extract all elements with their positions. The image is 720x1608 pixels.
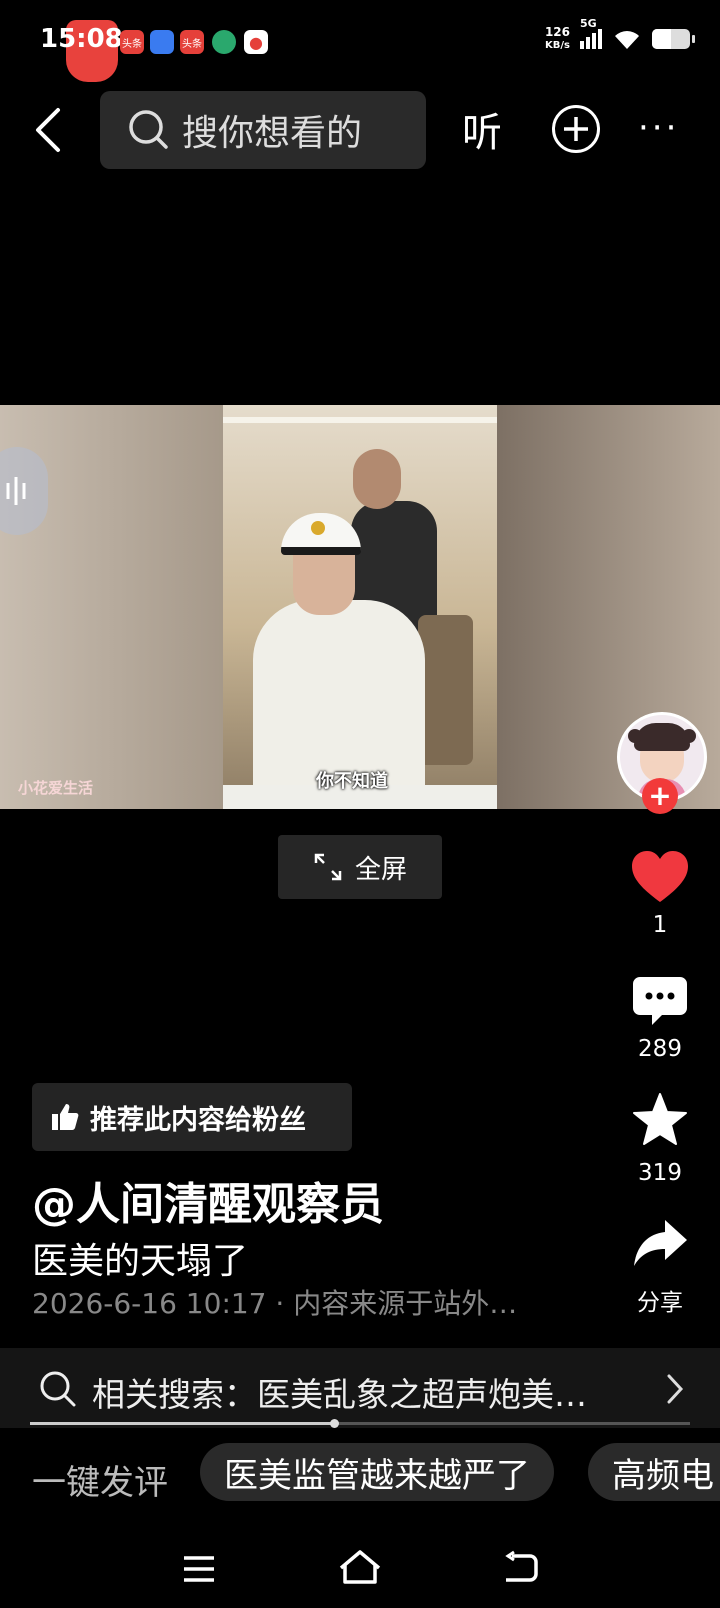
favorite-button[interactable] [632,1092,688,1148]
toutiao-icon: 头条 [120,30,144,54]
menu-button[interactable] [180,1554,220,1584]
share-button[interactable] [632,1218,688,1270]
heart-icon [632,851,688,902]
home-button[interactable] [337,1548,383,1588]
audio-wave-icon [6,477,26,505]
menu-icon [184,1556,214,1582]
author-name[interactable]: @人间清醒观察员 [32,1168,384,1232]
video-progress-handle[interactable] [329,1419,339,1428]
search-icon [129,110,168,149]
comment-button[interactable] [632,975,688,1027]
net-speed-unit: KB/s [544,40,570,51]
like-count: 1 [652,912,668,938]
status-bar: 15:08 头条 头条 ● 126 KB/s 5G [0,0,720,82]
back-button[interactable] [28,100,72,160]
net-speed: 126 KB/s [545,26,570,52]
comment-count: 289 [638,1036,682,1062]
back-nav-button[interactable] [500,1550,540,1586]
docs-icon [150,30,174,54]
quick-comment-chip[interactable]: 医美监管越来越严了 [200,1443,554,1501]
return-icon [505,1550,538,1582]
more-icon: ··· [638,108,680,148]
status-time: 15:08 [40,24,123,54]
expand-icon [314,853,342,881]
add-button[interactable] [552,105,600,153]
system-nav-bar [0,1530,720,1608]
fullscreen-label: 全屏 [354,854,407,885]
chevron-right-icon [667,1374,684,1404]
quick-comment-chip[interactable]: 高频电 [588,1443,720,1501]
share-label: 分享 [637,1290,683,1316]
audio-wave-button[interactable] [0,447,48,535]
video-watermark: 小花爱生活 [18,779,94,797]
share-icon [634,1220,687,1266]
video-progress-fill [30,1422,334,1425]
toutiao-icon: 头条 [180,30,204,54]
post-description: 医美的天塌了 [32,1241,249,1282]
comment-icon [633,977,687,1025]
star-icon [633,1093,687,1145]
video-frame [223,405,497,809]
recommend-label: 推荐此内容给粉丝 [90,1104,306,1136]
signal-icon: 5G [580,17,602,49]
plus-icon [564,117,588,141]
home-icon [339,1550,381,1584]
quick-comment-label[interactable]: 一键发评 [32,1455,168,1504]
wifi-icon [615,31,639,49]
more-button[interactable]: ··· [638,108,679,148]
video-player[interactable]: 小花爱生活 你不知道 [0,405,720,809]
recommend-to-fans-button[interactable]: 推荐此内容给粉丝 [32,1083,352,1151]
search-box[interactable]: 搜你想看的 [100,91,426,169]
follow-button[interactable]: + [642,778,678,814]
app-icon [212,30,236,54]
favorite-count: 319 [638,1160,682,1186]
net-speed-value: 126 [544,25,570,39]
fullscreen-button[interactable]: 全屏 [278,835,442,899]
like-button[interactable] [630,850,690,904]
search-icon [40,1371,76,1407]
map-pin-icon: ● [244,30,268,54]
battery-icon [652,29,695,49]
video-subtitle: 你不知道 [316,771,388,792]
listen-button[interactable]: 听 [462,100,502,158]
related-search-text: 相关搜索：医美乱象之超声炮美… [92,1375,587,1414]
status-indicators: 126 KB/s 5G [545,17,695,52]
network-type: 5G [580,17,597,30]
search-placeholder: 搜你想看的 [182,113,363,154]
chevron-left-icon [36,108,60,152]
post-meta: 2026-6-16 10:17 · 内容来源于站外… [32,1287,518,1320]
thumbs-up-icon [52,1104,79,1130]
